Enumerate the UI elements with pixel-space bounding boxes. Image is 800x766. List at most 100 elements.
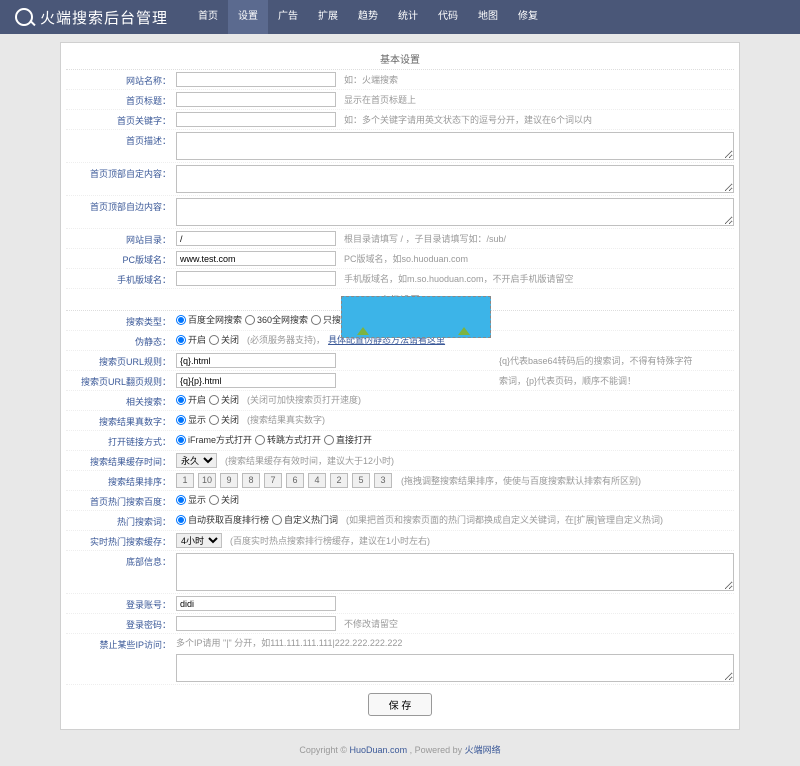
home-title-label: 首页标题： (66, 92, 176, 107)
keywords-input[interactable] (176, 112, 336, 127)
nav-home[interactable]: 首页 (188, 0, 228, 34)
sort-box[interactable]: 10 (198, 473, 216, 488)
hint: PC版域名，如so.huoduan.com (344, 252, 468, 265)
pc-domain-input[interactable] (176, 251, 336, 266)
ban-ip-textarea[interactable] (176, 654, 734, 682)
home-title-input[interactable] (176, 92, 336, 107)
radio-rewrite-off[interactable]: 关闭 (209, 333, 239, 346)
sort-label: 搜索结果排序： (66, 473, 176, 488)
hot-cache-label: 实时热门搜索缓存： (66, 533, 176, 548)
logo-text: 火端搜索后台管理 (40, 7, 168, 28)
hint: 显示在首页标题上 (344, 93, 416, 106)
hot-cache-select[interactable]: 4小时 (176, 533, 222, 548)
cache-time-label: 搜索结果缓存时间： (66, 453, 176, 468)
login-pass-input[interactable] (176, 616, 336, 631)
nav-map[interactable]: 地图 (468, 0, 508, 34)
url-rule-input[interactable] (176, 353, 336, 368)
sort-box[interactable]: 8 (242, 473, 260, 488)
hint: 多个IP请用 "|" 分开，如111.111.111.111|222.222.2… (176, 636, 734, 649)
hint: (如果把首页和搜索页面的热门词都换成自定义关键词，在[扩展]管理自定义热词) (346, 513, 663, 526)
hint: (必须服务器支持)， (247, 333, 325, 346)
footer-link1[interactable]: HuoDuan.com (350, 745, 408, 755)
site-name-input[interactable] (176, 72, 336, 87)
url-page-rule-input[interactable] (176, 373, 336, 388)
sort-box[interactable]: 9 (220, 473, 238, 488)
radio-baidu[interactable]: 百度全网搜索 (176, 313, 242, 326)
hint: (搜索结果缓存有效时间，建议大于12小时) (225, 454, 394, 467)
radio-hot-on[interactable]: 显示 (176, 493, 206, 506)
hint: {q}代表base64转码后的搜索词，不得有特殊字符 (499, 354, 693, 367)
footer-info-label: 底部信息： (66, 553, 176, 568)
nav-trends[interactable]: 趋势 (348, 0, 388, 34)
hint: 索词，{p}代表页码，顺序不能调！ (499, 374, 636, 387)
mobile-domain-input[interactable] (176, 271, 336, 286)
hint: (搜索结果真实数字) (247, 413, 325, 426)
footer-link2[interactable]: 火端网络 (465, 745, 501, 755)
footer-info-textarea[interactable] (176, 553, 734, 591)
sort-box[interactable]: 1 (176, 473, 194, 488)
radio-hot-off[interactable]: 关闭 (209, 493, 239, 506)
ban-ip-label: 禁止某些IP访问： (66, 636, 176, 651)
nav-settings[interactable]: 设置 (228, 0, 268, 34)
cache-time-select[interactable]: 永久 (176, 453, 217, 468)
hint: 不修改请留空 (344, 617, 398, 630)
radio-direct[interactable]: 直接打开 (324, 433, 372, 446)
dir-input[interactable] (176, 231, 336, 246)
sort-box[interactable]: 4 (308, 473, 326, 488)
nav-ads[interactable]: 广告 (268, 0, 308, 34)
hint: (关闭可加快搜索页打开速度) (247, 393, 361, 406)
radio-realnum-on[interactable]: 显示 (176, 413, 206, 426)
radio-iframe[interactable]: iFrame方式打开 (176, 433, 252, 446)
save-button[interactable]: 保 存 (368, 693, 433, 716)
top-content-textarea[interactable] (176, 165, 734, 193)
desc-textarea[interactable] (176, 132, 734, 160)
radio-related-on[interactable]: 开启 (176, 393, 206, 406)
desc-label: 首页描述： (66, 132, 176, 147)
sort-box[interactable]: 3 (374, 473, 392, 488)
rewrite-label: 伪静态： (66, 333, 176, 348)
radio-auto-hot[interactable]: 自动获取百度排行榜 (176, 513, 269, 526)
content-panel: 基本设置 网站名称： 如：火端搜索 首页标题： 显示在首页标题上 首页关键字： 如：多… (60, 42, 740, 730)
url-rule-label: 搜索页URL规则： (66, 353, 176, 368)
overlay-image (341, 296, 491, 338)
radio-related-off[interactable]: 关闭 (209, 393, 239, 406)
login-user-label: 登录账号： (66, 596, 176, 611)
sort-box[interactable]: 5 (352, 473, 370, 488)
sort-box[interactable]: 6 (286, 473, 304, 488)
hint: 如：火端搜索 (344, 73, 398, 86)
side-content-label: 首页顶部自边内容： (66, 198, 176, 213)
section-basic: 基本设置 (66, 48, 734, 70)
login-user-input[interactable] (176, 596, 336, 611)
hint: 如：多个关键字请用英文状态下的逗号分开，建议在6个词以内 (344, 113, 592, 126)
footer: Copyright © HuoDuan.com , Powered by 火端网… (0, 738, 800, 766)
hint: (拖拽调整搜索结果排序，使使与百度搜索默认排索有所区别) (401, 474, 641, 487)
side-content-textarea[interactable] (176, 198, 734, 226)
nav-extend[interactable]: 扩展 (308, 0, 348, 34)
search-icon (15, 8, 33, 26)
nav: 首页 设置 广告 扩展 趋势 统计 代码 地图 修复 (188, 0, 548, 34)
sort-boxes[interactable]: 1 10 98764253 (拖拽调整搜索结果排序，使使与百度搜索默认排索有所区别) (176, 473, 734, 488)
top-content-label: 首页顶部自定内容： (66, 165, 176, 180)
pc-domain-label: PC版域名： (66, 251, 176, 266)
real-num-label: 搜索结果真数字： (66, 413, 176, 428)
keywords-label: 首页关键字： (66, 112, 176, 127)
radio-rewrite-on[interactable]: 开启 (176, 333, 206, 346)
site-name-label: 网站名称： (66, 72, 176, 87)
mobile-domain-label: 手机版域名： (66, 271, 176, 286)
radio-custom-hot[interactable]: 自定义热门词 (272, 513, 338, 526)
radio-redirect[interactable]: 转跳方式打开 (255, 433, 321, 446)
sort-box[interactable]: 2 (330, 473, 348, 488)
hot-baidu-label: 首页热门搜索百度： (66, 493, 176, 508)
sort-box[interactable]: 7 (264, 473, 282, 488)
hint: (百度实时热点搜索排行榜缓存，建议在1小时左右) (230, 534, 430, 547)
radio-realnum-off[interactable]: 关闭 (209, 413, 239, 426)
nav-repair[interactable]: 修复 (508, 0, 548, 34)
hint: 手机版域名，如m.so.huoduan.com，不开启手机版请留空 (344, 272, 574, 285)
radio-360[interactable]: 360全网搜索 (245, 313, 308, 326)
header: 使用帮助 网站首页 欢迎您,didi, 退出 火端搜索后台管理 首页 设置 广告… (0, 0, 800, 34)
nav-code[interactable]: 代码 (428, 0, 468, 34)
search-type-label: 搜索类型： (66, 313, 176, 328)
hint: 根目录请填写 / ，子目录请填写如：/sub/ (344, 232, 506, 245)
nav-stats[interactable]: 统计 (388, 0, 428, 34)
hot-words-label: 热门搜索词： (66, 513, 176, 528)
